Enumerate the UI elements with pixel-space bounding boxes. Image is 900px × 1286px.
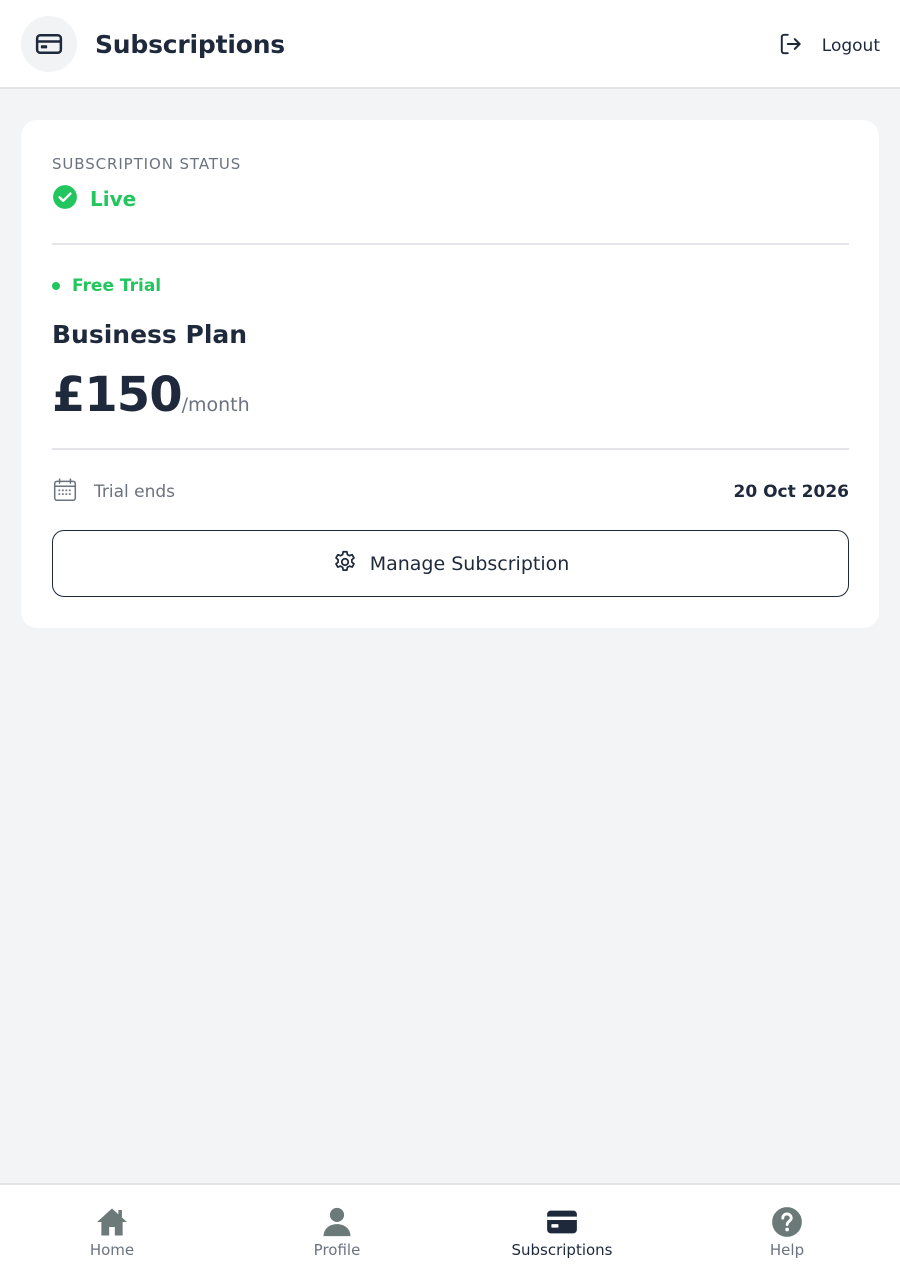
trial-ends-label: Trial ends [94, 482, 176, 502]
nav-item-subscriptions[interactable]: Subscriptions [487, 1205, 637, 1265]
price-period: /month [181, 394, 250, 416]
calendar-icon [52, 477, 78, 507]
manage-subscription-button[interactable]: Manage Subscription [52, 530, 849, 597]
divider [52, 243, 849, 245]
trial-ends-date: 20 Oct 2026 [733, 482, 849, 502]
page-title: Subscriptions [95, 30, 285, 59]
app-header: Subscriptions Logout [0, 0, 900, 89]
credit-card-icon [545, 1205, 579, 1239]
nav-item-home[interactable]: Home [37, 1205, 187, 1265]
logout-button[interactable]: Logout [778, 32, 880, 60]
trial-ends-row: Trial ends 20 Oct 2026 [52, 477, 849, 507]
price: £150 /month [52, 367, 250, 423]
status-dot [52, 282, 60, 290]
status-row: Live [52, 184, 137, 214]
status-value: Live [90, 187, 137, 211]
nav-label-home: Home [89, 1241, 135, 1259]
subscription-card: SUBSCRIPTION STATUS Live Free Trial Busi… [21, 120, 879, 628]
nav-item-help[interactable]: Help [712, 1205, 862, 1265]
price-amount: £150 [52, 367, 183, 423]
nav-label-subscriptions: Subscriptions [511, 1241, 613, 1259]
plan-name: Business Plan [52, 320, 248, 349]
trial-badge-label: Free Trial [72, 276, 162, 296]
bottom-navigation: Home Profile Subscriptions Help [0, 1183, 900, 1286]
nav-item-profile[interactable]: Profile [262, 1205, 412, 1265]
manage-subscription-label: Manage Subscription [369, 552, 570, 575]
logout-icon [778, 31, 804, 61]
trial-badge: Free Trial [52, 275, 161, 297]
home-icon [95, 1205, 129, 1239]
check-circle-icon [52, 184, 78, 214]
nav-label-profile: Profile [313, 1241, 361, 1259]
help-icon [770, 1205, 804, 1239]
user-icon [320, 1205, 354, 1239]
credit-card-icon [21, 16, 77, 72]
subscription-status-label: SUBSCRIPTION STATUS [52, 155, 242, 173]
nav-label-help: Help [769, 1241, 805, 1259]
gear-icon [332, 549, 358, 579]
logout-label: Logout [821, 36, 880, 56]
divider [52, 448, 849, 450]
